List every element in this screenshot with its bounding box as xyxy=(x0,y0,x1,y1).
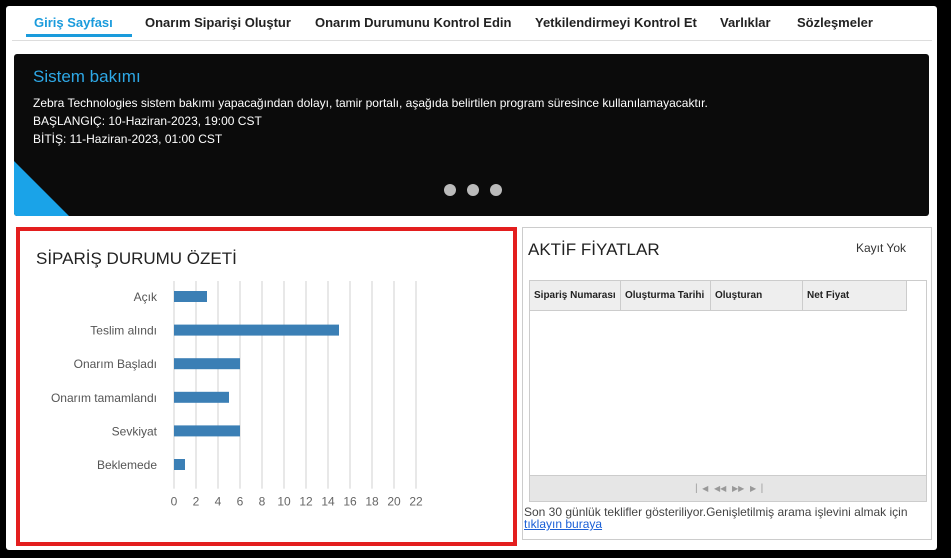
x-tick-label: 12 xyxy=(299,495,313,509)
category-label: Onarım tamamlandı xyxy=(51,391,157,405)
bar-1[interactable] xyxy=(174,324,339,336)
tab-home[interactable]: Giriş Sayfası xyxy=(34,15,113,30)
col-created-by[interactable]: Oluşturan xyxy=(711,281,803,310)
x-tick-label: 20 xyxy=(387,495,401,509)
order-status-summary-panel: SİPARİŞ DURUMU ÖZETİ 0 2 4 6 8 10 12 14 16 18 20 22… xyxy=(16,227,517,546)
banner-corner-accent xyxy=(14,161,69,216)
category-label: Teslim alındı xyxy=(90,324,157,338)
next-page-icon[interactable]: ▶▶ xyxy=(732,484,744,493)
tab-check-repair-status[interactable]: Onarım Durumunu Kontrol Edin xyxy=(315,15,511,30)
no-records-label: Kayıt Yok xyxy=(855,241,906,255)
carousel-dot-2[interactable] xyxy=(467,184,479,196)
first-page-icon[interactable]: ▏◀ xyxy=(696,484,708,493)
prices-grid: Sipariş Numarası Oluşturma Tarihi Oluştu… xyxy=(529,280,927,502)
col-order-number[interactable]: Sipariş Numarası xyxy=(530,281,621,310)
category-label: Sevkiyat xyxy=(112,424,158,438)
x-tick-label: 22 xyxy=(409,495,423,509)
x-tick-label: 14 xyxy=(321,495,335,509)
col-net-price[interactable]: Net Fiyat xyxy=(803,281,907,310)
x-tick-label: 0 xyxy=(171,495,178,509)
x-tick-label: 6 xyxy=(237,495,244,509)
bar-0[interactable] xyxy=(174,291,207,302)
bar-5[interactable] xyxy=(174,459,185,470)
quotes-note: Son 30 günlük teklifler gösteriliyor.Gen… xyxy=(524,506,924,530)
bar-4[interactable] xyxy=(174,425,240,437)
banner-end: BİTİŞ: 11-Haziran-2023, 01:00 CST xyxy=(33,132,223,146)
last-page-icon[interactable]: ▶▕ xyxy=(750,484,762,493)
grid-pager: ▏◀ ◀◀ ▶▶ ▶▕ xyxy=(530,475,926,501)
banner-start: BAŞLANGIÇ: 10-Haziran-2023, 19:00 CST xyxy=(33,114,262,128)
order-status-chart: 0 2 4 6 8 10 12 14 16 18 20 22 Açık Teslim alındı Onar… xyxy=(51,281,423,509)
carousel-dot-1[interactable] xyxy=(444,184,456,196)
top-nav: Giriş Sayfası Onarım Siparişi Oluştur On… xyxy=(12,6,932,41)
x-tick-label: 18 xyxy=(365,495,379,509)
tab-contracts[interactable]: Sözleşmeler xyxy=(797,15,873,30)
bar-3[interactable] xyxy=(174,391,229,403)
x-tick-label: 8 xyxy=(259,495,266,509)
banner-title: Sistem bakımı xyxy=(33,67,141,86)
carousel-dot-3[interactable] xyxy=(490,184,502,196)
tab-assets[interactable]: Varlıklar xyxy=(720,15,771,30)
x-tick-label: 4 xyxy=(215,495,222,509)
maintenance-banner: Sistem bakımı Zebra Technologies sistem … xyxy=(14,54,929,216)
active-tab-indicator xyxy=(26,34,132,37)
x-tick-label: 16 xyxy=(343,495,357,509)
category-label: Onarım Başladı xyxy=(74,357,157,371)
grid-header: Sipariş Numarası Oluşturma Tarihi Oluştu… xyxy=(530,281,907,311)
x-tick-label: 10 xyxy=(277,495,291,509)
x-tick-label: 2 xyxy=(193,495,200,509)
col-created-date[interactable]: Oluşturma Tarihi xyxy=(621,281,711,310)
tab-check-authorization[interactable]: Yetkilendirmeyi Kontrol Et xyxy=(535,15,697,30)
active-prices-title: AKTİF FİYATLAR xyxy=(528,240,660,259)
category-label: Açık xyxy=(134,290,158,304)
category-label: Beklemede xyxy=(97,458,157,472)
banner-message: Zebra Technologies sistem bakımı yapacağ… xyxy=(33,96,708,110)
app-frame: Giriş Sayfası Onarım Siparişi Oluştur On… xyxy=(6,6,937,550)
prev-page-icon[interactable]: ◀◀ xyxy=(714,484,726,493)
tab-create-repair-order[interactable]: Onarım Siparişi Oluştur xyxy=(145,15,291,30)
active-prices-panel: AKTİF FİYATLAR Kayıt Yok Sipariş Numaras… xyxy=(522,227,932,540)
bar-2[interactable] xyxy=(174,358,240,370)
click-here-link[interactable]: tıklayın buraya xyxy=(524,517,602,531)
